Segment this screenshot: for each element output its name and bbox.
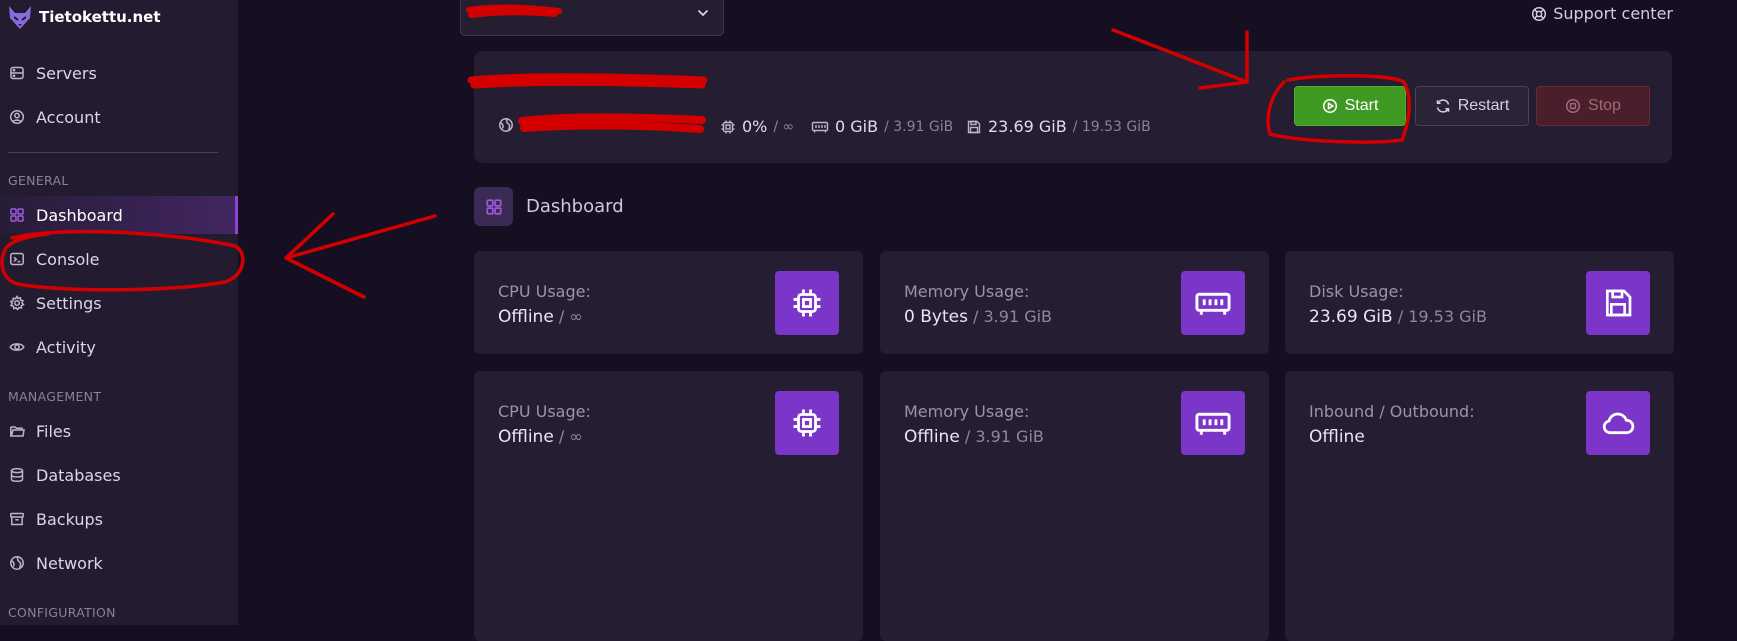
sidebar-item-settings[interactable]: Settings [0, 284, 238, 322]
section-management: MANAGEMENT [8, 389, 102, 404]
lifebuoy-icon [1531, 6, 1547, 22]
server-icon [9, 65, 25, 81]
stat-card-memory: Memory Usage: Offline / 3.91 GiB [880, 371, 1269, 641]
memory-stat: 0 GiB / 3.91 GiB [811, 117, 953, 136]
stat-card-value: Offline / ∞ [498, 307, 583, 327]
database-icon [9, 467, 25, 483]
support-center-link[interactable]: Support center [1531, 4, 1673, 23]
stop-circle-icon [1565, 98, 1581, 114]
sidebar-item-label: Account [36, 107, 101, 127]
sidebar-item-label: Settings [36, 293, 102, 313]
page-title: Dashboard [526, 196, 624, 217]
stat-card-cpu: CPU Usage: Offline / ∞ [474, 251, 863, 354]
stat-card-label: Memory Usage: [904, 282, 1030, 301]
section-configuration: CONFIGURATION [8, 605, 116, 620]
cpu-stat-value: 0% [742, 117, 768, 136]
cpu-icon [720, 119, 736, 135]
stat-card-disk: Disk Usage: 23.69 GiB / 19.53 GiB [1285, 251, 1674, 354]
server-address-stat [498, 117, 514, 133]
restart-button[interactable]: Restart [1415, 86, 1529, 126]
restart-button-label: Restart [1457, 97, 1510, 114]
disk-stat-value: 23.69 GiB [988, 117, 1067, 136]
server-header-card: 0% / ∞ 0 GiB / 3.91 GiB 23.69 GiB / 19.5… [467, 51, 1672, 163]
stat-card-memory: Memory Usage: 0 Bytes / 3.91 GiB [880, 251, 1269, 354]
cpu-icon [775, 271, 839, 335]
globe-icon [498, 117, 514, 133]
memory-stat-value: 0 GiB [835, 117, 879, 136]
support-center-label: Support center [1553, 4, 1673, 23]
memory-icon [1181, 271, 1245, 335]
cpu-stat-limit: / ∞ [773, 118, 795, 135]
cpu-icon [775, 391, 839, 455]
sidebar-item-backups[interactable]: Backups [0, 500, 238, 538]
server-select[interactable] [460, 0, 724, 36]
chevron-down-icon [697, 9, 709, 17]
sidebar-item-label: Dashboard [36, 205, 123, 225]
sidebar-item-label: Backups [36, 509, 103, 529]
stat-card-label: Memory Usage: [904, 402, 1030, 421]
memory-stat-limit: / 3.91 GiB [884, 118, 954, 135]
console-icon [9, 251, 25, 267]
gear-icon [9, 295, 25, 311]
sidebar-item-dashboard[interactable]: Dashboard [0, 196, 238, 234]
stop-button[interactable]: Stop [1536, 86, 1650, 126]
stop-button-label: Stop [1588, 97, 1621, 114]
sidebar-item-databases[interactable]: Databases [0, 456, 238, 494]
cpu-stat: 0% / ∞ [720, 117, 794, 136]
eye-icon [9, 339, 25, 355]
dashboard-icon [9, 207, 25, 223]
dashboard-heading: Dashboard [474, 187, 624, 226]
disk-stat-limit: / 19.53 GiB [1072, 118, 1151, 135]
fox-logo-icon [6, 3, 34, 31]
sidebar-item-label: Network [36, 553, 103, 573]
sidebar-item-label: Files [36, 421, 72, 441]
stat-card-value: Offline / 3.91 GiB [904, 427, 1044, 447]
brand[interactable]: Tietokettu.net [6, 0, 161, 34]
folder-icon [9, 423, 25, 439]
stat-card-value: Offline [1309, 427, 1365, 447]
sidebar: Tietokettu.net Servers Account GENERAL D… [0, 0, 238, 625]
sidebar-item-label: Activity [36, 337, 96, 357]
stat-card-label: Disk Usage: [1309, 282, 1404, 301]
stat-card-cpu: CPU Usage: Offline / ∞ [474, 371, 863, 641]
start-button-label: Start [1344, 97, 1379, 114]
sidebar-item-label: Console [36, 249, 100, 269]
play-circle-icon [1322, 98, 1338, 114]
sidebar-item-label: Databases [36, 465, 121, 485]
sidebar-item-account[interactable]: Account [0, 98, 238, 136]
section-general: GENERAL [8, 173, 69, 188]
stat-card-value: 23.69 GiB / 19.53 GiB [1309, 307, 1487, 327]
sidebar-item-servers[interactable]: Servers [0, 54, 238, 92]
annotation-arrow-console [284, 212, 437, 299]
redaction-mark [518, 111, 708, 137]
globe-icon [9, 555, 25, 571]
sidebar-divider [8, 152, 218, 153]
brand-name: Tietokettu.net [39, 8, 161, 26]
memory-icon [811, 119, 829, 135]
memory-icon [1181, 391, 1245, 455]
account-icon [9, 109, 25, 125]
redaction-mark [466, 71, 711, 91]
stat-card-label: Inbound / Outbound: [1309, 402, 1475, 421]
sidebar-item-console[interactable]: Console [0, 240, 238, 278]
refresh-icon [1435, 98, 1451, 114]
disk-stat: 23.69 GiB / 19.53 GiB [966, 117, 1151, 136]
stat-card-value: 0 Bytes / 3.91 GiB [904, 307, 1053, 327]
archive-icon [9, 511, 25, 527]
sidebar-item-label: Servers [36, 63, 97, 83]
save-icon [966, 119, 982, 135]
cloud-icon [1586, 391, 1650, 455]
stat-card-label: CPU Usage: [498, 402, 591, 421]
stat-card-value: Offline / ∞ [498, 427, 583, 447]
save-icon [1586, 271, 1650, 335]
stat-card-network: Inbound / Outbound: Offline [1285, 371, 1674, 641]
sidebar-item-files[interactable]: Files [0, 412, 238, 450]
start-button[interactable]: Start [1294, 86, 1406, 126]
stat-card-label: CPU Usage: [498, 282, 591, 301]
dashboard-icon [474, 187, 513, 226]
sidebar-item-network[interactable]: Network [0, 544, 238, 582]
sidebar-item-activity[interactable]: Activity [0, 328, 238, 366]
